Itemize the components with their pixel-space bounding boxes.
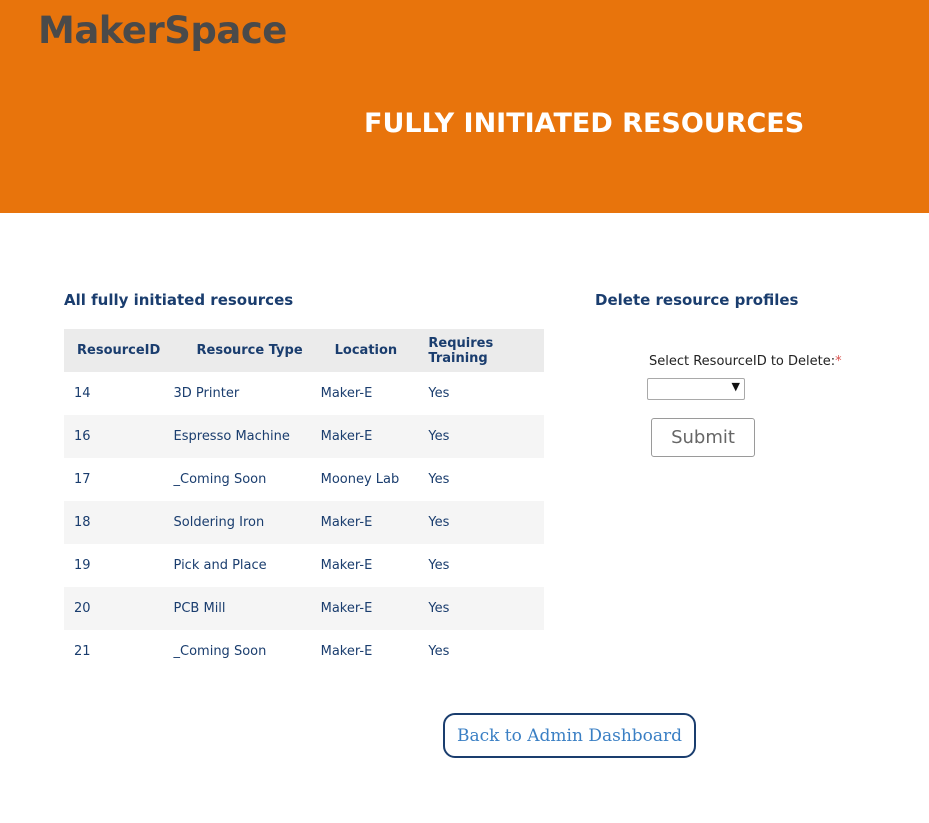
required-asterisk: * xyxy=(835,354,842,369)
cell-resourceid: 14 xyxy=(74,386,91,401)
cell-requires-training: Yes xyxy=(428,587,544,630)
cell-resourceid: 16 xyxy=(64,415,174,458)
cell-resourceid: 19 xyxy=(74,558,91,573)
submit-button[interactable]: Submit xyxy=(651,418,755,457)
cell-location: Maker-E xyxy=(320,501,429,544)
cell-resource-type: Espresso Machine xyxy=(173,415,321,458)
cell-resource-type: 3D Printer xyxy=(173,386,240,401)
cell-location: Maker-E xyxy=(320,644,373,659)
cell-resourceid: 17 xyxy=(74,472,91,487)
table-row: 16 Espresso Machine Maker-E Yes xyxy=(64,415,544,458)
delete-heading: Delete resource profiles xyxy=(595,291,799,309)
cell-location: Maker-E xyxy=(320,415,429,458)
cell-resource-type: _Coming Soon xyxy=(173,472,267,487)
cell-location: Mooney Lab xyxy=(320,472,400,487)
cell-resourceid: 18 xyxy=(64,501,174,544)
table-row: 14 3D Printer Maker-E Yes xyxy=(64,372,544,415)
cell-requires-training: Yes xyxy=(428,472,450,487)
page-title: FULLY INITIATED RESOURCES xyxy=(364,108,805,139)
column-header-requires-training: Requires Training xyxy=(428,329,544,372)
back-to-admin-dashboard-button[interactable]: Back to Admin Dashboard xyxy=(443,713,696,758)
table-row: 20 PCB Mill Maker-E Yes xyxy=(64,587,544,630)
table-header-row: ResourceID Resource Type Location Requir… xyxy=(64,329,544,372)
cell-resource-type: _Coming Soon xyxy=(173,644,267,659)
table-row: 21 _Coming Soon Maker-E Yes xyxy=(64,630,544,673)
resources-heading: All fully initiated resources xyxy=(64,291,294,309)
cell-requires-training: Yes xyxy=(428,386,450,401)
cell-requires-training: Yes xyxy=(428,501,544,544)
delete-select-label-text: Select ResourceID to Delete: xyxy=(649,354,836,369)
table-row: 17 _Coming Soon Mooney Lab Yes xyxy=(64,458,544,501)
column-header-location: Location xyxy=(320,329,429,372)
cell-location: Maker-E xyxy=(320,558,373,573)
table-row: 19 Pick and Place Maker-E Yes xyxy=(64,544,544,587)
cell-requires-training: Yes xyxy=(428,415,544,458)
delete-select-label: Select ResourceID to Delete:* xyxy=(649,354,842,369)
resourceid-select[interactable]: ▼ xyxy=(647,378,745,400)
cell-resourceid: 21 xyxy=(74,644,91,659)
header-banner: MakerSpace FULLY INITIATED RESOURCES xyxy=(0,0,929,213)
table-row: 18 Soldering Iron Maker-E Yes xyxy=(64,501,544,544)
column-header-resourceid: ResourceID xyxy=(64,329,174,372)
dropdown-arrow-icon: ▼ xyxy=(731,380,740,393)
brand-logo[interactable]: MakerSpace xyxy=(38,9,287,52)
cell-resource-type: Soldering Iron xyxy=(173,501,321,544)
cell-location: Maker-E xyxy=(320,587,429,630)
column-header-resource-type: Resource Type xyxy=(173,329,321,372)
cell-resource-type: PCB Mill xyxy=(173,587,321,630)
cell-resourceid: 20 xyxy=(64,587,174,630)
cell-location: Maker-E xyxy=(320,386,373,401)
cell-requires-training: Yes xyxy=(428,644,450,659)
resources-table: ResourceID Resource Type Location Requir… xyxy=(64,329,544,673)
cell-resource-type: Pick and Place xyxy=(173,558,267,573)
cell-requires-training: Yes xyxy=(428,558,450,573)
